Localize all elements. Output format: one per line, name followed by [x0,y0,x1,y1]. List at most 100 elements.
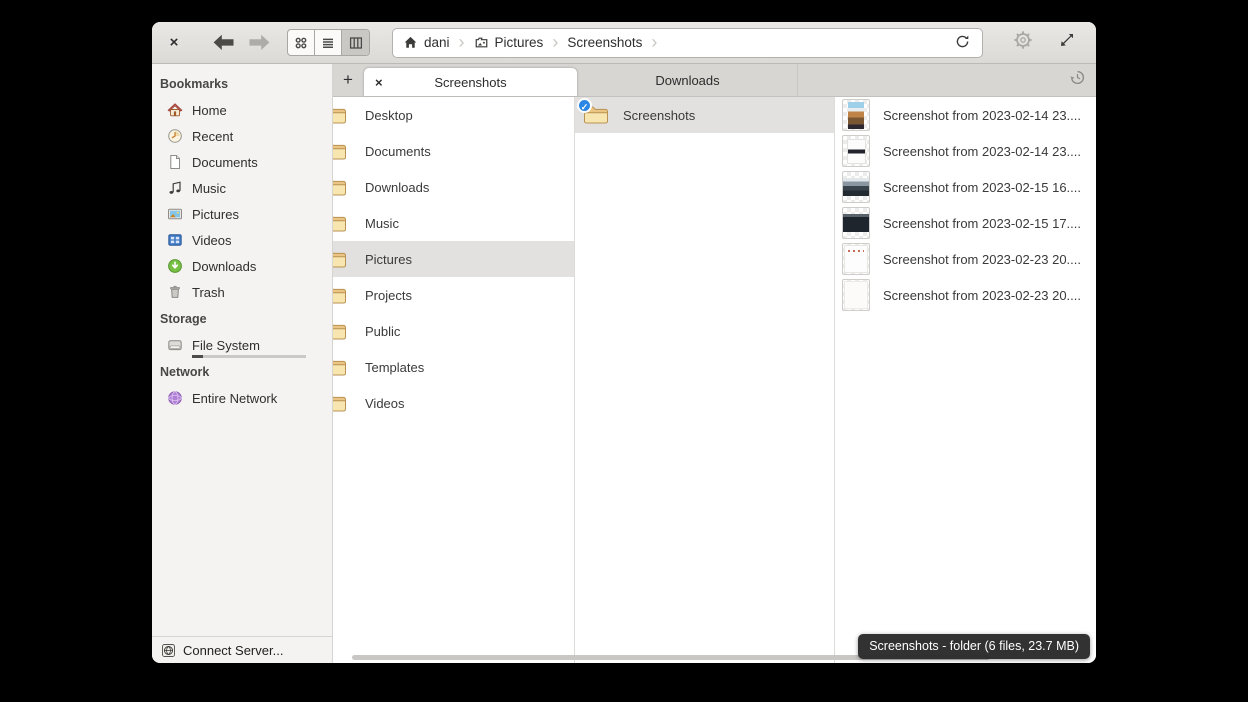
nav-buttons [212,34,271,51]
miller-columns: DesktopDocumentsDownloadsMusicPicturesPr… [333,97,1096,663]
tab-downloads[interactable]: Downloads [578,64,798,96]
breadcrumb-separator-icon: › [651,32,657,53]
file-thumbnail [842,207,870,239]
forward-button[interactable] [248,34,271,51]
file-thumbnail [842,171,870,203]
file-thumbnail [842,279,870,311]
connect-server-label: Connect Server... [183,643,283,658]
tab-close-icon[interactable]: × [375,75,383,90]
pictures-icon [167,206,183,222]
column-view-button[interactable] [342,30,369,55]
folder-row-screenshots[interactable]: ✓Screenshots [575,97,834,133]
sidebar-item-file-system[interactable]: File System [152,332,332,358]
history-button[interactable] [1068,64,1087,96]
folder-row-documents[interactable]: Documents [333,133,574,169]
network-icon [167,390,183,406]
path-bar: dani › Pictures › Screenshots › [392,28,983,58]
sidebar-item-videos[interactable]: Videos [152,227,332,253]
column-pictures: ✓Screenshots [575,97,835,663]
home-icon [167,102,183,118]
folder-info-tooltip: Screenshots - folder (6 files, 23.7 MB) [858,634,1090,659]
folder-row-downloads[interactable]: Downloads [333,169,574,205]
expand-icon [1058,31,1076,54]
folder-icon [333,248,347,270]
sidebar-item-music[interactable]: Music [152,175,332,201]
file-row[interactable]: Screenshot from 2023-02-23 20.... [835,241,1096,277]
folder-row-music[interactable]: Music [333,205,574,241]
sidebar-item-documents[interactable]: Documents [152,149,332,175]
grid-view-icon [293,35,309,51]
file-row[interactable]: Screenshot from 2023-02-23 20.... [835,277,1096,313]
connect-server-icon [161,643,176,658]
folder-row-desktop[interactable]: Desktop [333,97,574,133]
tab-bar: + ×ScreenshotsDownloads [333,64,1096,97]
sidebar-item-pictures[interactable]: Pictures [152,201,332,227]
breadcrumb-separator-icon: › [459,32,465,53]
folder-icon [333,392,347,414]
sidebar-item-recent[interactable]: Recent [152,123,332,149]
file-thumbnail [842,135,870,167]
fullscreen-button[interactable] [1054,30,1080,56]
folder-icon [333,212,347,234]
file-name: Screenshot from 2023-02-15 16.... [883,180,1081,195]
close-icon: × [170,34,179,51]
content-area: + ×ScreenshotsDownloads DesktopDocuments… [333,64,1096,663]
file-name: Screenshot from 2023-02-14 23.... [883,108,1081,123]
file-name: Screenshot from 2023-02-15 17.... [883,216,1081,231]
window-close-button[interactable]: × [162,31,186,55]
folder-icon [333,140,347,162]
downloads-icon [167,258,183,274]
toolbar: × dani›Pictu [152,22,1096,64]
grid-view-button[interactable] [288,30,315,55]
breadcrumb-separator-icon: › [552,32,558,53]
settings-button[interactable] [1009,29,1037,57]
folder-row-projects[interactable]: Projects [333,277,574,313]
file-row[interactable]: Screenshot from 2023-02-15 17.... [835,205,1096,241]
folder-row-public[interactable]: Public [333,313,574,349]
folder-icon [333,356,347,378]
home-crumb-icon [403,35,418,50]
sidebar-section-storage: Storage [152,305,332,332]
sidebar: BookmarksHomeRecentDocumentsMusicPicture… [152,64,333,663]
file-name: Screenshot from 2023-02-14 23.... [883,144,1081,159]
sidebar-sections: BookmarksHomeRecentDocumentsMusicPicture… [152,70,332,411]
sidebar-item-entire-network[interactable]: Entire Network [152,385,332,411]
column-home: DesktopDocumentsDownloadsMusicPicturesPr… [333,97,575,663]
connect-server-button[interactable]: Connect Server... [152,636,332,663]
file-row[interactable]: Screenshot from 2023-02-14 23.... [835,133,1096,169]
tab-screenshots[interactable]: ×Screenshots [363,67,578,96]
view-switcher [287,29,370,56]
refresh-button[interactable] [946,29,978,57]
files-window: × dani›Pictu [152,22,1096,663]
videos-icon [167,232,183,248]
breadcrumb-item-dani[interactable]: dani [403,35,450,50]
selected-check-emblem: ✓ [577,98,592,113]
image-crumb-icon [474,35,489,50]
refresh-icon [954,33,971,53]
list-view-button[interactable] [315,30,342,55]
folder-row-pictures[interactable]: Pictures [333,241,574,277]
back-button[interactable] [212,34,235,51]
tab-strip: ×ScreenshotsDownloads [363,64,798,96]
file-name: Screenshot from 2023-02-23 20.... [883,288,1081,303]
sidebar-item-home[interactable]: Home [152,97,332,123]
disk-icon [167,337,183,353]
folder-row-templates[interactable]: Templates [333,349,574,385]
breadcrumb-item-pictures[interactable]: Pictures [474,35,544,50]
file-row[interactable]: Screenshot from 2023-02-14 23.... [835,97,1096,133]
window-body: BookmarksHomeRecentDocumentsMusicPicture… [152,64,1096,663]
new-tab-button[interactable]: + [333,64,363,96]
breadcrumb-item-screenshots[interactable]: Screenshots [567,35,642,50]
forward-arrow-icon [248,34,271,51]
sidebar-section-bookmarks: Bookmarks [152,70,332,97]
sidebar-item-trash[interactable]: Trash [152,279,332,305]
file-row[interactable]: Screenshot from 2023-02-15 16.... [835,169,1096,205]
folder-icon: ✓ [583,104,609,126]
plus-icon: + [343,70,353,90]
folder-row-videos[interactable]: Videos [333,385,574,421]
history-icon [1068,68,1087,92]
sidebar-item-downloads[interactable]: Downloads [152,253,332,279]
file-thumbnail [842,99,870,131]
trash-icon [167,284,183,300]
disk-usage-bar [192,355,306,358]
